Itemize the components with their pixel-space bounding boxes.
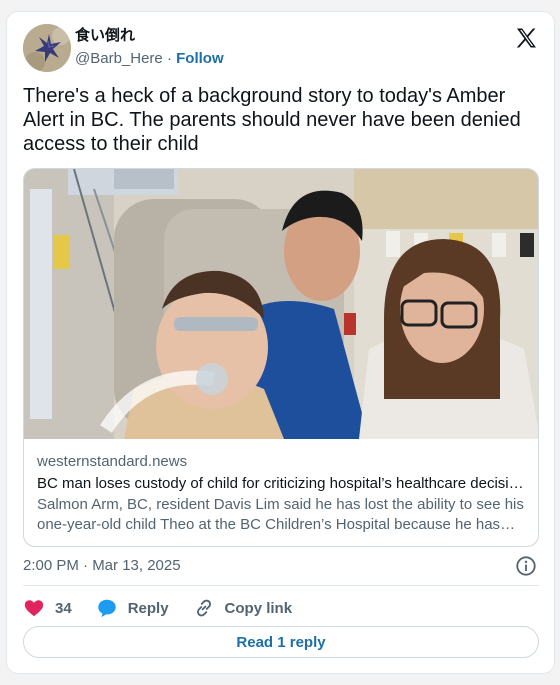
author-display-name[interactable]: 食い倒れ [75, 26, 135, 46]
tweet-text: There's a heck of a background story to … [23, 85, 521, 155]
tweet-timestamp[interactable]: 2:00 PM · Mar 13, 2025 [23, 556, 181, 576]
read-replies-button[interactable]: Read 1 reply [23, 626, 539, 658]
link-preview-image [24, 169, 538, 439]
heart-icon [24, 600, 44, 617]
copy-link-button[interactable]: Copy link [193, 597, 293, 619]
reply-button[interactable]: Reply [96, 597, 169, 619]
like-button[interactable]: 34 [23, 597, 72, 619]
author-avatar[interactable] [23, 24, 71, 72]
divider [23, 585, 539, 586]
link-preview-card[interactable]: westernstandard.news BC man loses custod… [23, 168, 539, 547]
link-preview-info: westernstandard.news BC man loses custod… [24, 440, 538, 546]
author-handle-row: @Barb_Here · Follow [75, 49, 224, 69]
action-bar: 34 Reply Copy link [23, 596, 316, 620]
link-title: BC man loses custody of child for critic… [37, 475, 527, 492]
link-description: Salmon Arm, BC, resident Davis Lim said … [37, 496, 524, 533]
handle-separator: · [166, 50, 172, 67]
link-icon [196, 599, 211, 617]
author-handle[interactable]: @Barb_Here [75, 50, 163, 67]
reply-label: Reply [127, 599, 169, 617]
avatar-image [23, 24, 71, 72]
copy-link-label: Copy link [224, 599, 293, 617]
embedded-tweet-card: 食い倒れ @Barb_Here · Follow There's a heck … [6, 11, 555, 674]
follow-button[interactable]: Follow [176, 50, 224, 67]
link-domain: westernstandard.news [37, 453, 188, 470]
x-logo-icon[interactable] [514, 26, 538, 50]
reply-bubble-icon [97, 599, 116, 618]
info-icon[interactable] [515, 555, 537, 577]
like-count: 34 [55, 599, 72, 617]
